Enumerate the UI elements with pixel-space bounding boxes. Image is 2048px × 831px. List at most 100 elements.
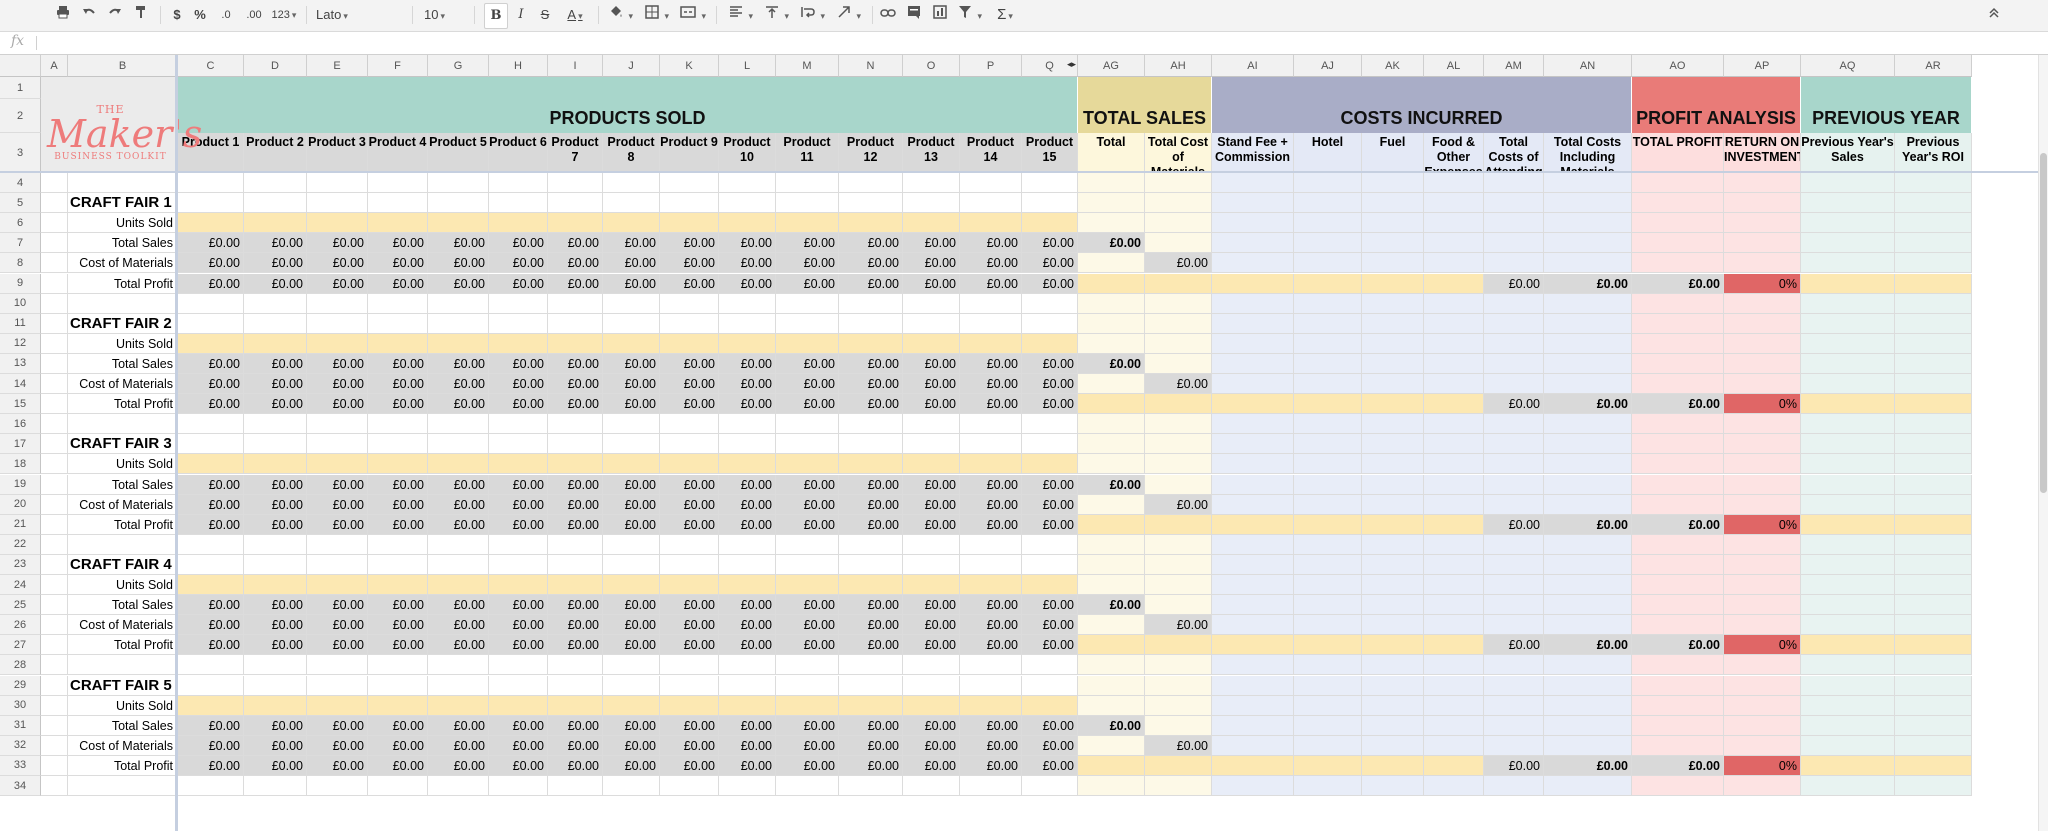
value-cell[interactable]: £0.00 (178, 494, 244, 515)
row-label[interactable]: Total Profit (68, 273, 178, 294)
cell[interactable] (1724, 434, 1801, 455)
cell[interactable] (178, 414, 244, 435)
value-cell[interactable]: £0.00 (839, 233, 903, 254)
cell[interactable] (244, 313, 307, 334)
cell[interactable] (1078, 776, 1145, 797)
cell[interactable] (903, 454, 960, 475)
cell[interactable] (603, 554, 660, 575)
cell[interactable] (489, 695, 548, 716)
value-cell[interactable]: £0.00 (178, 735, 244, 756)
value-cell[interactable]: £0.00 (489, 394, 548, 415)
cell[interactable] (1078, 514, 1145, 535)
value-cell[interactable]: £0.00 (1022, 715, 1078, 736)
cell[interactable] (1145, 554, 1212, 575)
value-cell[interactable]: £0.00 (1078, 595, 1145, 616)
cell[interactable] (960, 414, 1022, 435)
cell[interactable] (1424, 615, 1484, 636)
value-cell[interactable]: £0.00 (903, 755, 960, 776)
value-cell[interactable]: £0.00 (1484, 394, 1544, 415)
cell[interactable] (1078, 695, 1145, 716)
cell[interactable] (719, 313, 776, 334)
cell[interactable] (1895, 394, 1972, 415)
cell[interactable] (903, 313, 960, 334)
row-label[interactable]: Units Sold (68, 333, 178, 354)
cell[interactable] (1632, 534, 1724, 555)
cell[interactable] (1632, 193, 1724, 214)
value-cell[interactable]: £0.00 (1145, 253, 1212, 274)
value-cell[interactable]: £0.00 (960, 715, 1022, 736)
cell[interactable] (603, 675, 660, 696)
cell[interactable] (1145, 313, 1212, 334)
cell[interactable] (1544, 735, 1632, 756)
value-cell[interactable]: £0.00 (603, 253, 660, 274)
cell[interactable] (1632, 474, 1724, 495)
value-cell[interactable]: £0.00 (178, 635, 244, 656)
cell[interactable] (368, 655, 428, 676)
value-cell[interactable]: £0.00 (660, 253, 719, 274)
cell[interactable] (660, 655, 719, 676)
cell[interactable] (1022, 434, 1078, 455)
cell[interactable] (903, 695, 960, 716)
value-cell[interactable]: £0.00 (839, 353, 903, 374)
value-cell[interactable]: £0.00 (548, 715, 603, 736)
strikethrough-button[interactable]: S (536, 3, 554, 27)
value-cell[interactable]: £0.00 (244, 494, 307, 515)
value-cell[interactable]: £0.00 (548, 635, 603, 656)
cell[interactable] (1212, 695, 1294, 716)
cell[interactable] (1724, 213, 1801, 234)
cell[interactable] (1895, 253, 1972, 274)
cell[interactable] (903, 293, 960, 314)
cell[interactable] (903, 776, 960, 797)
cell[interactable] (1801, 675, 1895, 696)
cell[interactable] (1145, 514, 1212, 535)
cell[interactable] (368, 675, 428, 696)
cell[interactable] (1212, 735, 1294, 756)
cell[interactable] (1801, 595, 1895, 616)
cell[interactable] (1544, 776, 1632, 797)
cell[interactable] (178, 575, 244, 596)
cell[interactable] (1895, 273, 1972, 294)
value-cell[interactable]: £0.00 (178, 615, 244, 636)
insert-comment-icon[interactable] (904, 3, 924, 27)
cell[interactable] (1362, 313, 1424, 334)
cell[interactable] (1895, 715, 1972, 736)
cell[interactable] (489, 776, 548, 797)
cell[interactable] (603, 534, 660, 555)
cell[interactable] (428, 333, 489, 354)
value-cell[interactable]: £0.00 (307, 514, 368, 535)
cell[interactable] (428, 293, 489, 314)
cell[interactable] (776, 695, 839, 716)
value-cell[interactable]: £0.00 (1022, 474, 1078, 495)
cell[interactable] (1362, 595, 1424, 616)
cell[interactable] (660, 776, 719, 797)
column-header-AK[interactable]: AK (1362, 55, 1424, 77)
value-cell[interactable]: £0.00 (307, 494, 368, 515)
cell[interactable] (548, 776, 603, 797)
cell[interactable] (1724, 534, 1801, 555)
cell[interactable] (1424, 273, 1484, 294)
value-cell[interactable]: £0.00 (839, 755, 903, 776)
row-header-26[interactable]: 26 (0, 615, 41, 636)
value-cell[interactable]: 0% (1724, 755, 1801, 776)
cell[interactable] (244, 554, 307, 575)
value-cell[interactable]: £0.00 (307, 715, 368, 736)
column-header-J[interactable]: J (603, 55, 660, 77)
cell[interactable] (1078, 333, 1145, 354)
cell[interactable] (1362, 494, 1424, 515)
cell[interactable] (603, 776, 660, 797)
cell[interactable] (1895, 474, 1972, 495)
cell[interactable] (1895, 776, 1972, 797)
cell[interactable] (1212, 655, 1294, 676)
cell[interactable] (1801, 434, 1895, 455)
cell[interactable] (1145, 474, 1212, 495)
cell[interactable] (1362, 735, 1424, 756)
value-cell[interactable]: 0% (1724, 635, 1801, 656)
value-cell[interactable]: £0.00 (428, 353, 489, 374)
cell[interactable] (660, 534, 719, 555)
cell[interactable] (41, 534, 68, 555)
value-cell[interactable]: £0.00 (1022, 253, 1078, 274)
cell[interactable] (1484, 776, 1544, 797)
cell[interactable] (1424, 655, 1484, 676)
row-label[interactable]: Cost of Materials (68, 735, 178, 756)
cell[interactable] (776, 454, 839, 475)
